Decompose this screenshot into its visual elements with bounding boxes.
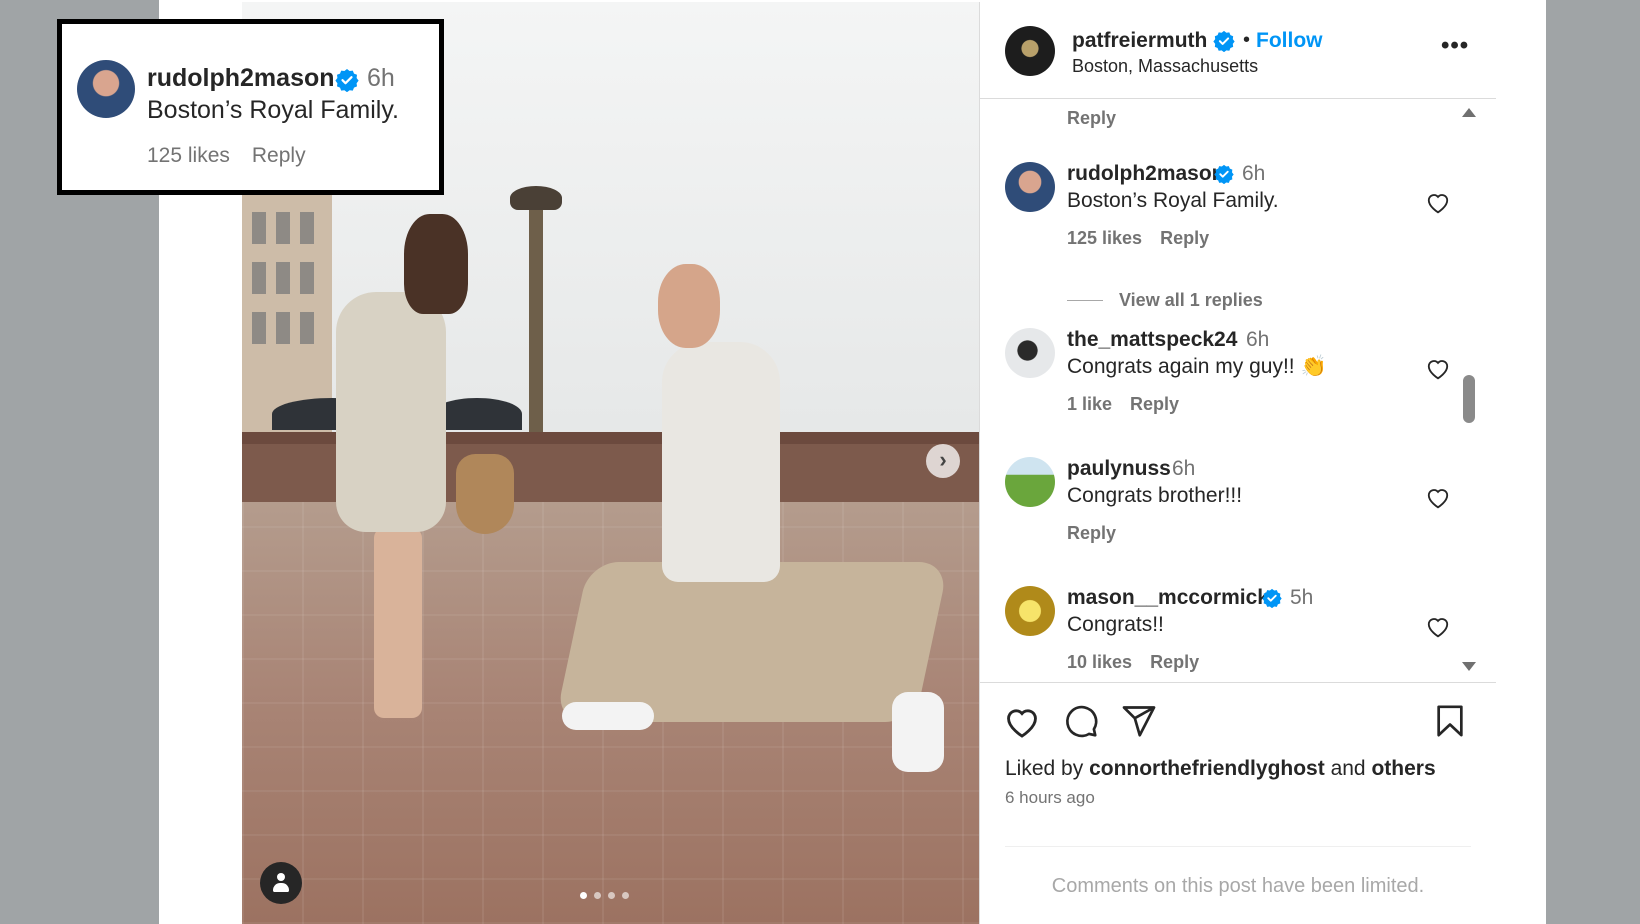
- comment-time: 5h: [1290, 586, 1314, 609]
- verified-badge-icon: [1262, 588, 1282, 608]
- comment-likes[interactable]: 125 likes: [1067, 228, 1142, 249]
- author-avatar[interactable]: [1005, 26, 1055, 76]
- carousel-dots: [580, 892, 629, 899]
- photo-man: [662, 342, 780, 582]
- follow-button[interactable]: Follow: [1256, 29, 1323, 53]
- callout-likes[interactable]: 125 likes: [147, 144, 230, 168]
- comment-reply[interactable]: Reply: [1067, 523, 1116, 544]
- author-username[interactable]: patfreiermuth: [1072, 29, 1207, 53]
- photo-woman: [336, 292, 446, 532]
- avatar[interactable]: [1005, 457, 1055, 507]
- callout-text: Boston’s Royal Family.: [147, 96, 399, 124]
- carousel-dot: [608, 892, 615, 899]
- carousel-dot: [622, 892, 629, 899]
- post-actions: Liked by connorthefriendlyghost and othe…: [980, 682, 1496, 922]
- liked-by: Liked by connorthefriendlyghost and othe…: [1005, 757, 1436, 781]
- callout-time: 6h: [367, 64, 395, 92]
- comment-text: Congrats again my guy!! 👏: [1067, 355, 1327, 378]
- comment-text: Congrats brother!!!: [1067, 484, 1243, 507]
- comments-scrollbar[interactable]: [1461, 100, 1477, 680]
- comment-time: 6h: [1242, 162, 1266, 185]
- heart-icon[interactable]: [1425, 190, 1451, 214]
- callout-reply[interactable]: Reply: [252, 144, 306, 168]
- comment-reply[interactable]: Reply: [1130, 394, 1179, 415]
- comment-likes[interactable]: 10 likes: [1067, 652, 1132, 673]
- callout-username: rudolph2mason: [147, 64, 335, 92]
- avatar[interactable]: [1005, 586, 1055, 636]
- comment-username[interactable]: paulynuss: [1067, 457, 1171, 481]
- post-time-ago[interactable]: 6 hours ago: [1005, 788, 1095, 808]
- post-sidebar: patfreiermuth • Follow Boston, Massachus…: [979, 2, 1496, 924]
- comment-time: 6h: [1246, 328, 1270, 351]
- photo-man-legs: [554, 562, 950, 722]
- chevron-right-icon[interactable]: ›: [926, 444, 960, 478]
- photo-woman-hair: [404, 214, 468, 314]
- liked-and: and: [1330, 757, 1366, 780]
- photo-bag: [456, 454, 514, 534]
- photo-lamp-head: [510, 186, 562, 210]
- background-right: [1546, 0, 1640, 924]
- verified-badge-icon: [1213, 30, 1235, 52]
- carousel-dot: [594, 892, 601, 899]
- bookmark-icon[interactable]: [1433, 703, 1467, 739]
- scroll-up-arrow-icon[interactable]: [1462, 108, 1476, 117]
- verified-badge-icon: [1214, 164, 1234, 184]
- verified-badge-icon: [335, 69, 359, 92]
- comment-username[interactable]: the_mattspeck24: [1067, 328, 1237, 352]
- photo-woman-legs: [374, 528, 422, 718]
- post-header: patfreiermuth • Follow Boston, Massachus…: [980, 2, 1496, 99]
- post-location[interactable]: Boston, Massachusetts: [1072, 56, 1258, 77]
- liked-prefix: Liked by: [1005, 757, 1084, 780]
- photo-shoe: [562, 702, 654, 730]
- share-icon[interactable]: [1120, 703, 1158, 739]
- photo-shoe: [892, 692, 944, 772]
- comment-text: Congrats!!: [1067, 613, 1164, 636]
- avatar[interactable]: [1005, 162, 1055, 212]
- comment-username[interactable]: mason__mccormick: [1067, 586, 1269, 610]
- header-separator: •: [1243, 29, 1251, 51]
- carousel-dot: [580, 892, 587, 899]
- photo-man-head: [658, 264, 720, 348]
- scroll-down-arrow-icon[interactable]: [1462, 662, 1476, 671]
- heart-icon[interactable]: [1425, 614, 1451, 638]
- user-tag-icon[interactable]: [260, 862, 302, 904]
- reply-link[interactable]: Reply: [1067, 108, 1116, 129]
- photo-building: [242, 192, 332, 432]
- photo-lamp-post: [529, 202, 543, 432]
- liked-others[interactable]: others: [1371, 757, 1435, 780]
- scrollbar-thumb[interactable]: [1463, 375, 1475, 423]
- avatar[interactable]: [1005, 328, 1055, 378]
- heart-icon[interactable]: [1425, 485, 1451, 509]
- comments-list: Reply rudolph2mason 6h Boston’s Royal Fa…: [980, 100, 1496, 682]
- view-replies-label[interactable]: View all 1 replies: [1119, 290, 1263, 311]
- heart-icon[interactable]: [1003, 703, 1041, 739]
- liked-user[interactable]: connorthefriendlyghost: [1089, 757, 1325, 780]
- heart-icon[interactable]: [1425, 356, 1451, 380]
- comment-reply[interactable]: Reply: [1160, 228, 1209, 249]
- comments-limited-notice: Comments on this post have been limited.: [1051, 875, 1425, 897]
- comment-likes[interactable]: 1 like: [1067, 394, 1112, 415]
- comment-reply[interactable]: Reply: [1150, 652, 1199, 673]
- divider: [1005, 846, 1471, 847]
- comment-callout: rudolph2mason 6h Boston’s Royal Family. …: [57, 19, 444, 195]
- view-replies[interactable]: View all 1 replies: [1067, 290, 1263, 311]
- more-options-icon[interactable]: •••: [1441, 32, 1469, 60]
- avatar: [77, 60, 135, 118]
- comment-username[interactable]: rudolph2mason: [1067, 162, 1225, 186]
- comment-time: 6h: [1172, 457, 1196, 480]
- comment-text: Boston’s Royal Family.: [1067, 189, 1279, 212]
- comment-icon[interactable]: [1062, 703, 1100, 739]
